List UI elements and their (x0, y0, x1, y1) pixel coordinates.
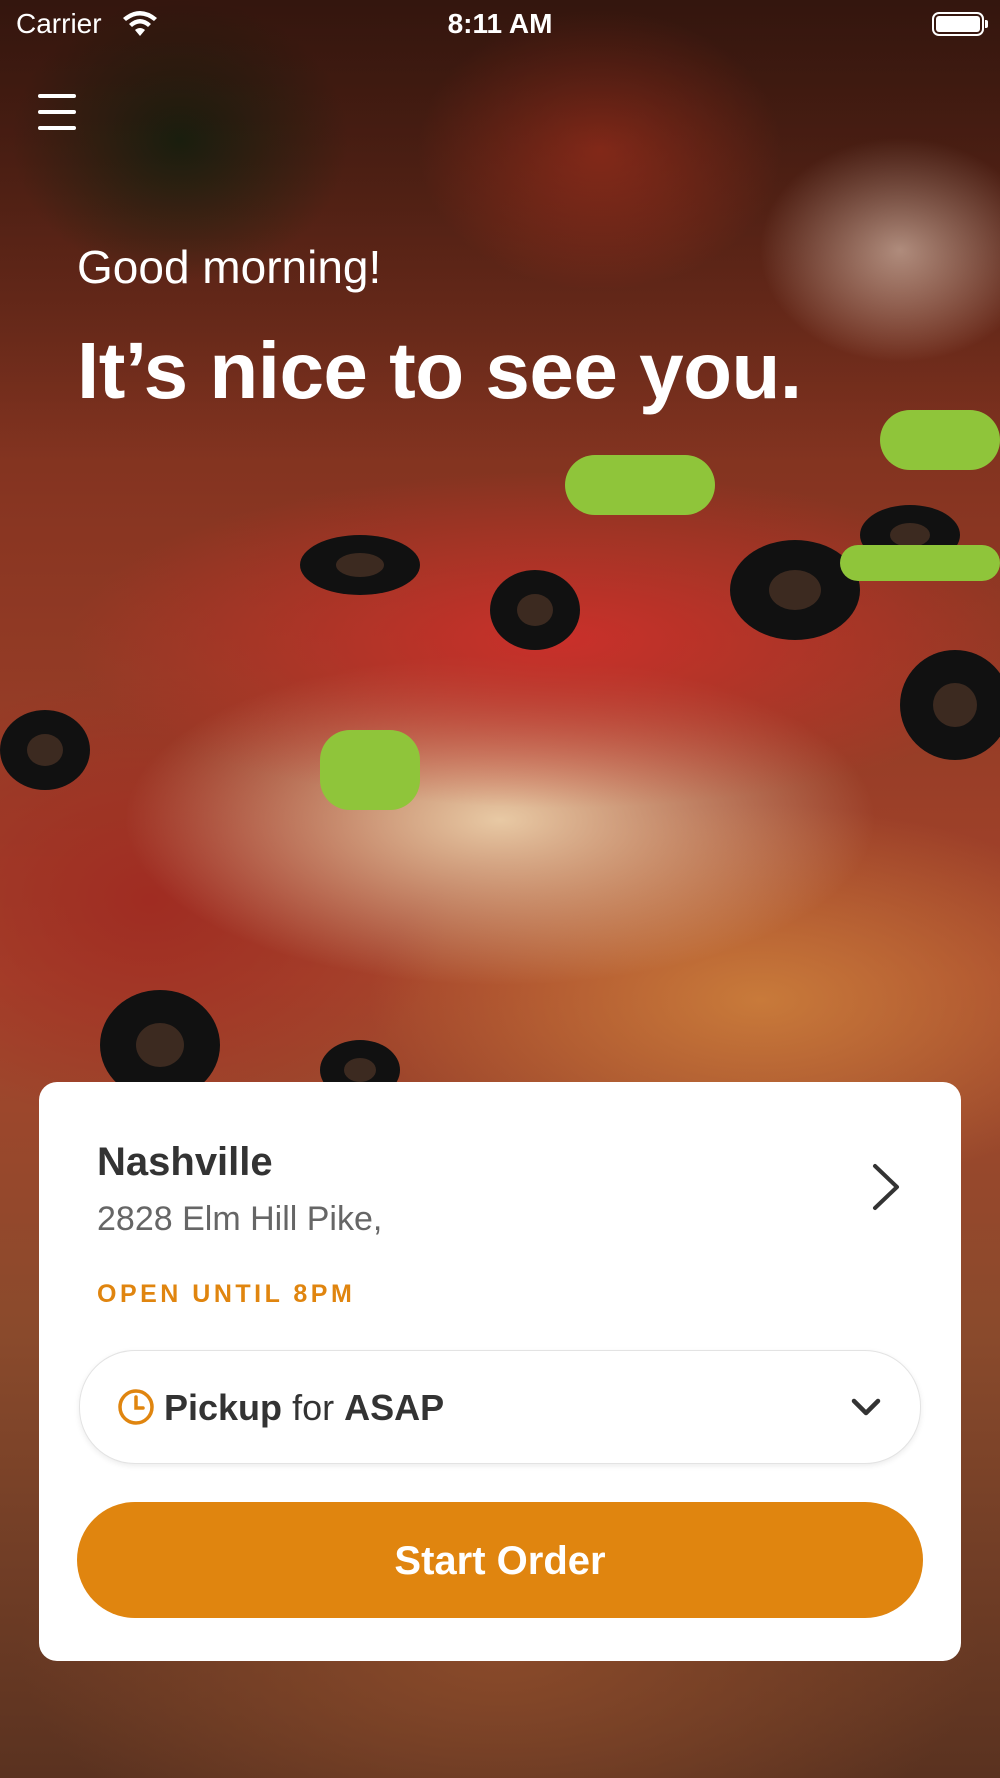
headline-text: It’s nice to see you. (77, 326, 802, 415)
clock-icon (116, 1387, 156, 1432)
order-mode-text: Pickup for ASAP (164, 1387, 444, 1429)
hamburger-menu-icon[interactable] (38, 94, 78, 130)
greeting-text: Good morning! (77, 241, 382, 293)
order-mode-type: Pickup (164, 1387, 283, 1428)
location-address: 2828 Elm Hill Pike, (97, 1200, 383, 1238)
store-hours-label: OPEN UNTIL 8PM (97, 1280, 356, 1308)
start-order-button[interactable]: Start Order (77, 1502, 923, 1618)
chevron-down-icon (850, 1395, 882, 1424)
location-name: Nashville (97, 1140, 273, 1184)
order-mode-connector: for (292, 1387, 335, 1428)
order-mode-time: ASAP (344, 1387, 445, 1428)
chevron-right-icon[interactable] (865, 1162, 905, 1212)
location-card: Nashville 2828 Elm Hill Pike, OPEN UNTIL… (39, 1082, 961, 1661)
status-bar: Carrier 8:11 AM (0, 0, 1000, 50)
order-mode-dropdown[interactable]: Pickup for ASAP (79, 1350, 921, 1464)
battery-icon (932, 12, 988, 36)
clock-time: 8:11 AM (447, 8, 553, 39)
